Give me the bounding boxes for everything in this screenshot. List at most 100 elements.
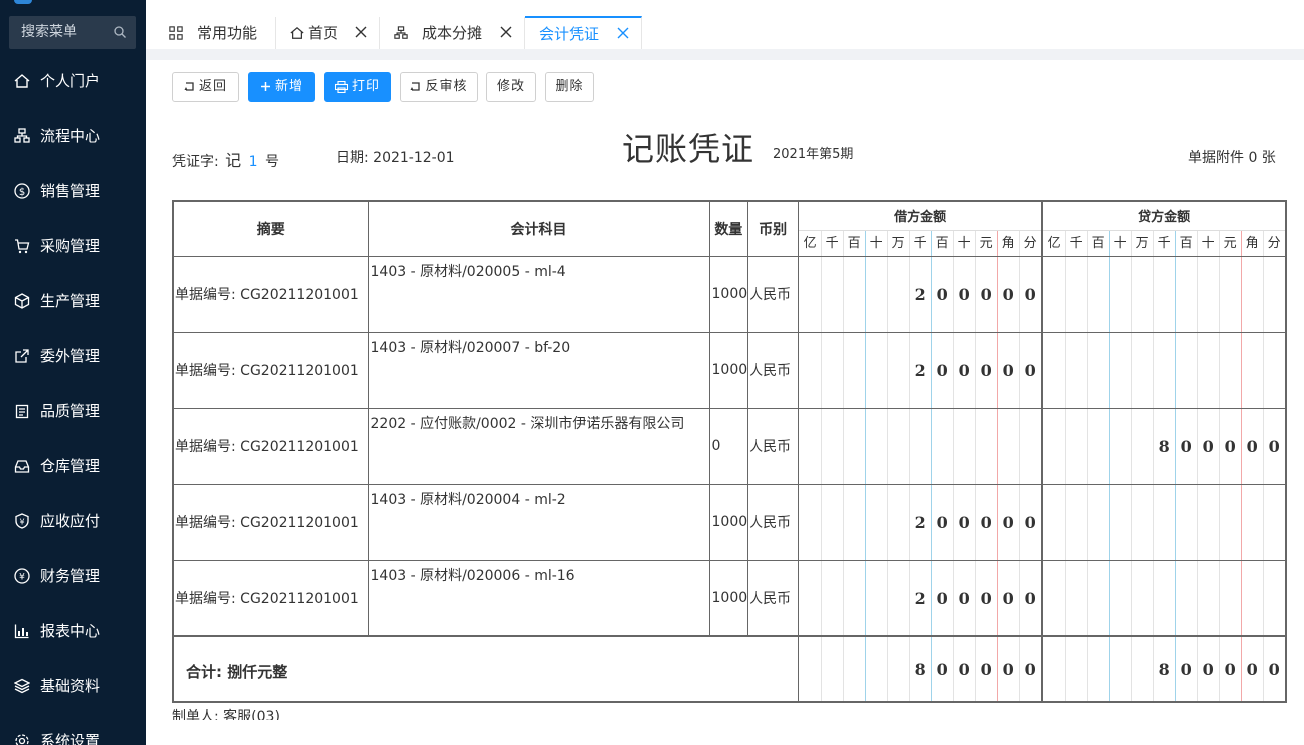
currency-cell[interactable]: 人民币 — [747, 483, 800, 561]
credit-amount-cell[interactable] — [1041, 559, 1287, 637]
close-icon[interactable] — [355, 26, 367, 38]
amount-digit: 2 — [914, 360, 926, 380]
amount-digit: 2 — [914, 512, 926, 532]
amount-digit — [1175, 257, 1197, 331]
tab-1[interactable]: 首页 — [276, 17, 380, 49]
table-row[interactable]: 单据编号: CG20211201001 1403 - 原材料/020006 - m… — [172, 559, 1287, 637]
account-cell[interactable]: 1403 - 原材料/020007 - bf-20 — [367, 331, 710, 409]
print-button[interactable]: 打印 — [324, 72, 391, 102]
currency-cell[interactable]: 人民币 — [747, 331, 800, 409]
cube-icon — [14, 293, 30, 309]
tab-2[interactable]: 成本分摊 — [380, 17, 525, 49]
debit-amount-cell[interactable]: 200000 — [798, 559, 1043, 637]
digit-unit-label: 亿 — [1047, 235, 1061, 251]
return-icon — [184, 82, 194, 91]
qty-cell[interactable]: 1000 — [708, 331, 749, 409]
voucher-word[interactable]: 记 — [225, 151, 241, 170]
amount-digit — [821, 257, 843, 331]
sidebar-item-2[interactable]: $ 销售管理 — [0, 171, 146, 211]
debit-amount-cell[interactable]: 200000 — [798, 331, 1043, 409]
digit-unit-label: 元 — [979, 235, 993, 251]
summary-cell[interactable]: 单据编号: CG20211201001 — [172, 331, 369, 409]
sidebar-item-4[interactable]: 生产管理 — [0, 281, 146, 321]
menu-search-input[interactable]: 搜索菜单 — [9, 16, 136, 49]
currency-cell[interactable]: 人民币 — [747, 559, 800, 637]
sidebar-item-3[interactable]: 采购管理 — [0, 226, 146, 266]
sidebar-item-label: 基础资料 — [40, 677, 101, 695]
qty-cell[interactable]: 0 — [708, 407, 749, 485]
credit-amount-cell[interactable]: 800000 — [1041, 407, 1287, 485]
add-button[interactable]: 新增 — [248, 72, 315, 102]
creator: 制单人: 客服(03) — [172, 709, 280, 720]
close-icon[interactable] — [617, 27, 629, 39]
voucher-number-suffix: 号 — [265, 154, 280, 170]
credit-amount-cell[interactable] — [1041, 483, 1287, 561]
amount-digit: 0 — [1002, 360, 1014, 380]
sidebar-item-8[interactable]: ¥ 应收应付 — [0, 501, 146, 541]
table-row[interactable]: 单据编号: CG20211201001 1403 - 原材料/020004 - m… — [172, 483, 1287, 561]
amount-digit — [1087, 561, 1109, 635]
summary-cell[interactable]: 单据编号: CG20211201001 — [172, 407, 369, 485]
table-row[interactable]: 单据编号: CG20211201001 2202 - 应付账款/0002 - 深圳… — [172, 407, 1287, 485]
sidebar-item-0[interactable]: 个人门户 — [0, 61, 146, 101]
account-cell[interactable]: 1403 - 原材料/020005 - ml-4 — [367, 255, 710, 333]
sidebar-item-7[interactable]: 仓库管理 — [0, 446, 146, 486]
account-cell[interactable]: 2202 - 应付账款/0002 - 深圳市伊诺乐器有限公司 — [367, 407, 710, 485]
sidebar-item-5[interactable]: 委外管理 — [0, 336, 146, 376]
tab-3[interactable]: 会计凭证 — [525, 16, 642, 49]
sidebar-item-1[interactable]: 流程中心 — [0, 116, 146, 156]
grid-icon — [169, 26, 183, 40]
delete-label: 删除 — [555, 79, 584, 94]
amount-digit: 2 — [914, 284, 926, 304]
unaudit-button[interactable]: 反审核 — [400, 72, 478, 102]
sidebar-item-label: 销售管理 — [40, 182, 101, 200]
summary-cell[interactable]: 单据编号: CG20211201001 — [172, 255, 369, 333]
sidebar-item-label: 生产管理 — [40, 292, 101, 310]
qty-cell[interactable]: 1000 — [708, 559, 749, 637]
digit-unit-label: 十 — [869, 235, 883, 251]
delete-button[interactable]: 删除 — [545, 72, 594, 102]
sidebar-item-12[interactable]: 系统设置 — [0, 721, 146, 745]
tab-0[interactable]: 常用功能 — [155, 17, 276, 49]
currency-cell[interactable]: 人民币 — [747, 407, 800, 485]
back-button[interactable]: 返回 — [172, 72, 239, 102]
home-icon — [290, 26, 304, 39]
amount-digit — [1131, 409, 1153, 483]
search-placeholder: 搜索菜单 — [21, 24, 77, 40]
sidebar-item-11[interactable]: 基础资料 — [0, 666, 146, 706]
account-cell[interactable]: 1403 - 原材料/020004 - ml-2 — [367, 483, 710, 561]
table-row[interactable]: 单据编号: CG20211201001 1403 - 原材料/020005 - m… — [172, 255, 1287, 333]
debit-amount-cell[interactable]: 200000 — [798, 255, 1043, 333]
summary-cell[interactable]: 单据编号: CG20211201001 — [172, 483, 369, 561]
digit-unit-label: 十 — [1113, 235, 1127, 251]
digit-unit-label: 元 — [1223, 235, 1237, 251]
summary-cell[interactable]: 单据编号: CG20211201001 — [172, 559, 369, 637]
amount-digit: 0 — [980, 660, 992, 679]
sidebar-item-6[interactable]: 品质管理 — [0, 391, 146, 431]
amount-digit — [1109, 485, 1131, 559]
digit-unit-label: 分 — [1023, 235, 1037, 251]
sidebar-item-10[interactable]: 报表中心 — [0, 611, 146, 651]
date-value[interactable]: 2021-12-01 — [373, 150, 454, 166]
amount-digit — [865, 333, 887, 407]
debit-amount-cell[interactable]: 200000 — [798, 483, 1043, 561]
edit-button[interactable]: 修改 — [486, 72, 536, 102]
digit-unit-label: 百 — [847, 235, 861, 251]
credit-amount-cell[interactable] — [1041, 255, 1287, 333]
table-row[interactable]: 单据编号: CG20211201001 1403 - 原材料/020007 - b… — [172, 331, 1287, 409]
credit-amount-cell[interactable] — [1041, 331, 1287, 409]
qty-cell[interactable]: 1000 — [708, 255, 749, 333]
close-icon[interactable] — [500, 26, 512, 38]
amount-digit — [1241, 485, 1263, 559]
currency-cell[interactable]: 人民币 — [747, 255, 800, 333]
amount-digit — [1065, 561, 1087, 635]
amount-digit — [1065, 485, 1087, 559]
return-icon — [410, 82, 421, 91]
sidebar-item-9[interactable]: ¥ 财务管理 — [0, 556, 146, 596]
voucher-number[interactable]: 1 — [249, 154, 258, 170]
digit-unit-label: 千 — [913, 235, 927, 251]
debit-amount-cell[interactable] — [798, 407, 1043, 485]
amount-digit — [1044, 409, 1065, 483]
qty-cell[interactable]: 1000 — [708, 483, 749, 561]
account-cell[interactable]: 1403 - 原材料/020006 - ml-16 — [367, 559, 710, 637]
